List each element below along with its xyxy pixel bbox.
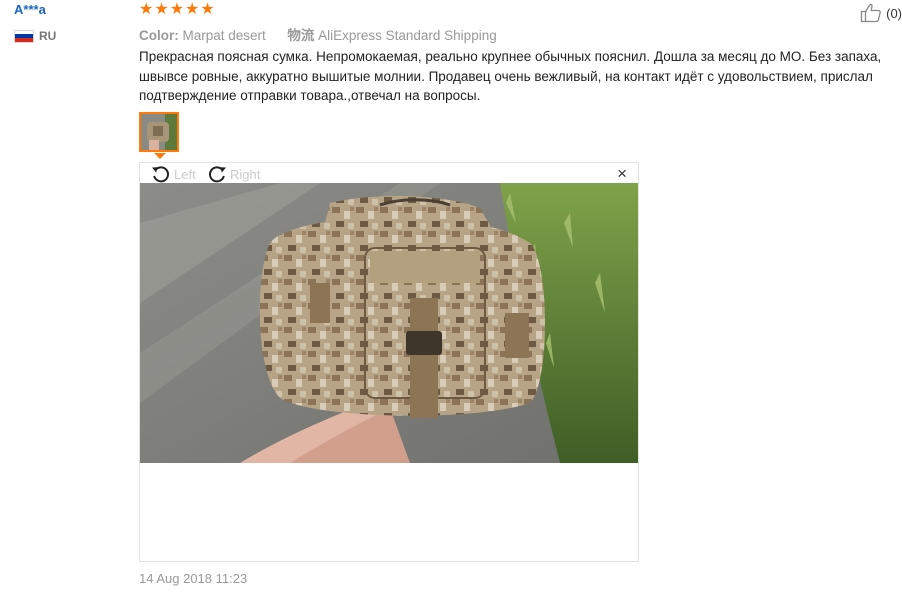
rotate-left-label: Left	[174, 166, 196, 182]
reviewer-country: RU	[14, 29, 56, 43]
star-icon: ★	[185, 1, 200, 18]
helpful-button[interactable]: (0)	[860, 3, 902, 23]
review-text: Прекрасная поясная сумка. Непромокаемая,…	[139, 49, 882, 103]
review-photo-thumbnail[interactable]	[139, 112, 179, 152]
helpful-count: (0)	[886, 5, 902, 21]
thumbs-up-icon	[860, 3, 881, 23]
shipping-label: 物流	[287, 28, 315, 43]
thumbnail-image	[141, 114, 177, 150]
star-rating: ★ ★ ★ ★ ★	[139, 0, 215, 20]
russia-flag-icon	[14, 29, 34, 43]
country-code: RU	[39, 29, 57, 43]
color-label: Color:	[139, 28, 179, 43]
rotate-right-label: Right	[230, 166, 261, 182]
photo-viewer: Left Right ×	[139, 162, 639, 562]
star-icon: ★	[169, 1, 185, 18]
thumbnail-selected-indicator	[154, 153, 166, 159]
review-date: 14 Aug 2018 11:23	[139, 571, 248, 586]
star-icon: ★	[200, 1, 215, 18]
rotate-left-button[interactable]: Left	[150, 164, 196, 184]
color-value: Marpat desert	[182, 28, 266, 43]
close-viewer-button[interactable]: ×	[617, 165, 627, 182]
star-icon: ★	[139, 1, 154, 18]
shipping-value: AliExpress Standard Shipping	[318, 28, 497, 43]
rotate-right-icon	[209, 166, 226, 183]
review-photo	[140, 183, 638, 463]
star-icon: ★	[154, 1, 169, 18]
reviewer-name[interactable]: A***a	[14, 2, 46, 17]
rotate-right-button[interactable]: Right	[206, 164, 260, 184]
rotate-left-icon	[152, 166, 169, 183]
order-info: Color: Marpat desert 物流 AliExpress Stand…	[139, 24, 497, 44]
